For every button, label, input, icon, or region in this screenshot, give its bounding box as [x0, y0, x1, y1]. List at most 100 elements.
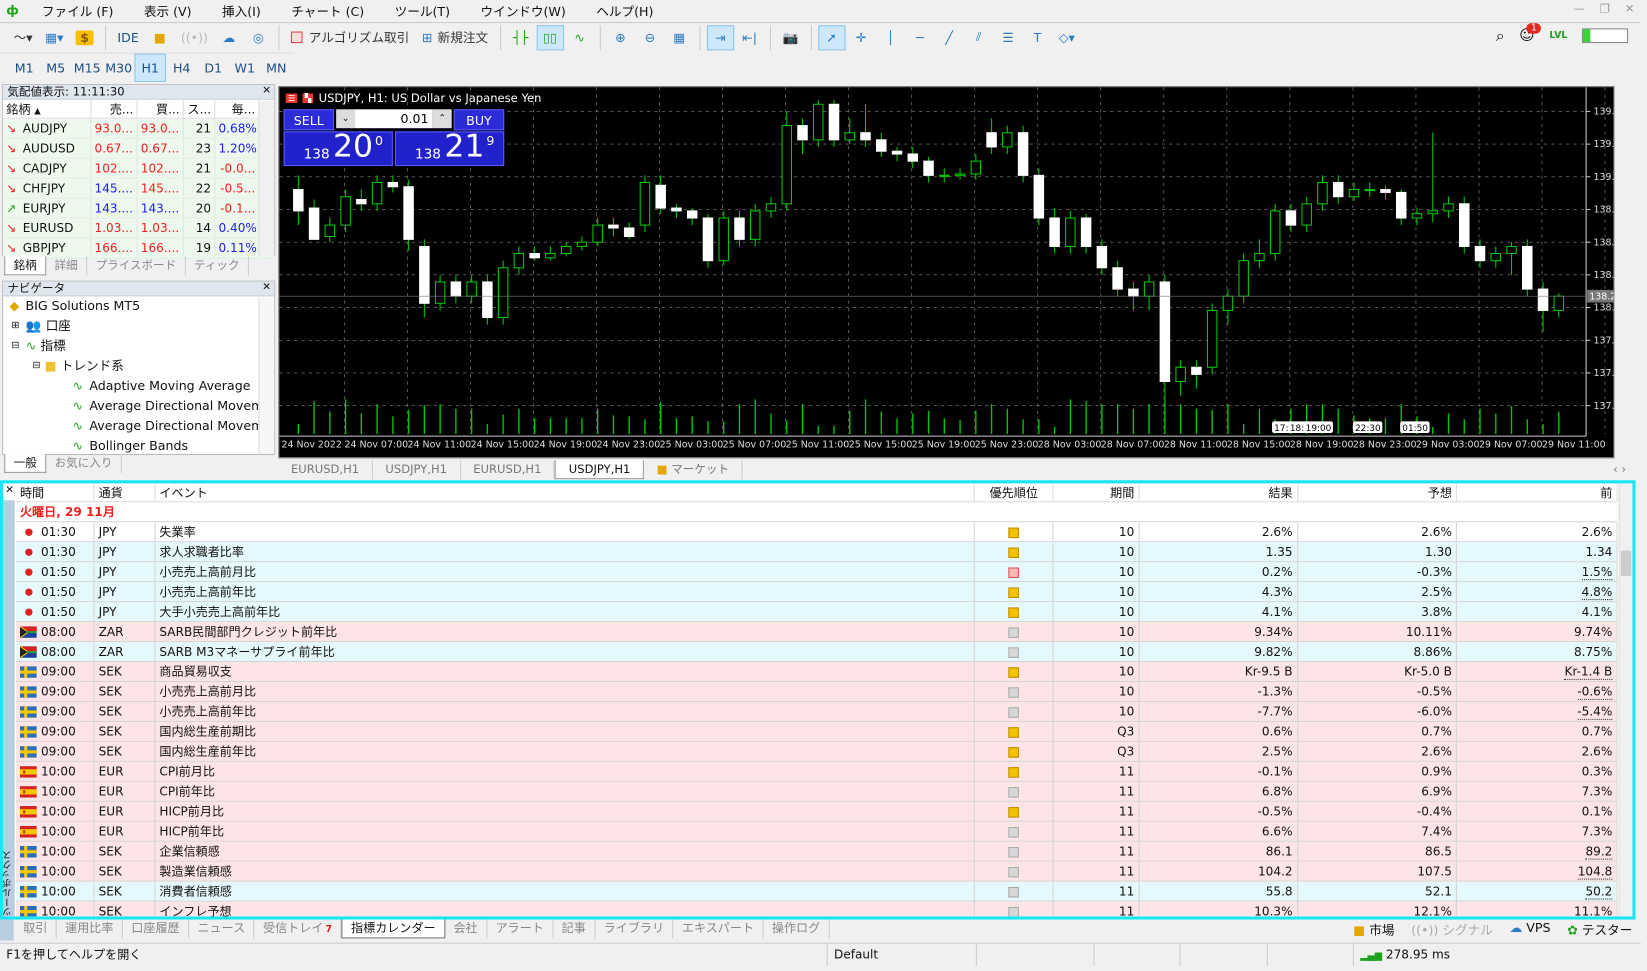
- calendar-row[interactable]: 01:50 JPY 小売売上高前年比 10 4.3% 2.5% 4.8%: [15, 582, 1618, 603]
- candle-bear[interactable]: [1080, 217, 1092, 247]
- candle-bull[interactable]: [340, 196, 351, 226]
- chart-tab-active[interactable]: USDJPY,H1: [555, 460, 645, 480]
- timeframe-m5[interactable]: M5: [40, 54, 72, 82]
- menu-chart[interactable]: チャート (C): [277, 2, 380, 20]
- candle-bull[interactable]: [718, 217, 729, 262]
- account-icon[interactable]: ☺ 1: [1519, 23, 1542, 44]
- candle-bear[interactable]: [403, 186, 414, 240]
- candle-bull[interactable]: [324, 224, 336, 238]
- calendar-row[interactable]: 09:00 SEK 商品貿易収支 10 Kr-9.5 B Kr-5.0 B Kr-1.4 B: [15, 662, 1618, 683]
- toolbox-tab[interactable]: ライブラリ: [595, 919, 674, 939]
- tester-link[interactable]: ✿ テスター: [1567, 921, 1632, 939]
- calendar-row[interactable]: 10:00 SEK 製造業信頼感 11 104.2 107.5 104.8: [15, 861, 1618, 882]
- cursor-icon[interactable]: ➚: [817, 24, 846, 50]
- signals-icon[interactable]: ((•)): [176, 25, 214, 50]
- candle-bull[interactable]: [970, 160, 982, 175]
- candle-bear[interactable]: [1474, 245, 1486, 262]
- candle-bull[interactable]: [513, 253, 525, 269]
- toolbox-tab[interactable]: 取引: [15, 919, 57, 939]
- vps-link[interactable]: ☁ VPS: [1510, 921, 1551, 939]
- candle-bull[interactable]: [844, 132, 856, 141]
- close-icon[interactable]: ✕: [262, 85, 271, 97]
- col-ask[interactable]: 買...: [138, 99, 184, 118]
- calendar-row[interactable]: 08:00 ZAR SARB民間部門クレジット前年比 10 9.34% 10.11% 9.7…: [15, 622, 1618, 643]
- market-watch-row[interactable]: ↘ CHFJPY 145.... 145.... 22 -0.5...: [3, 178, 275, 199]
- candle-bull[interactable]: [1143, 281, 1155, 297]
- candle-bear[interactable]: [923, 160, 934, 176]
- candle-bear[interactable]: [1049, 217, 1060, 247]
- vertical-line-icon[interactable]: │: [877, 25, 904, 50]
- crosshair-icon[interactable]: ✛: [847, 25, 874, 50]
- candle-bull[interactable]: [1301, 203, 1312, 226]
- candle-bear[interactable]: [891, 150, 903, 155]
- col-event[interactable]: イベント: [155, 483, 975, 502]
- candle-bull[interactable]: [765, 203, 777, 212]
- market-link[interactable]: ■ 市場: [1353, 921, 1394, 939]
- candle-bull[interactable]: [1317, 181, 1328, 205]
- price-chart[interactable]: 139.500 139.270 139.040 138.810 138.580 138.3…: [278, 86, 1615, 459]
- menu-tools[interactable]: ツール(T): [380, 2, 466, 20]
- candle-bear[interactable]: [1332, 181, 1344, 198]
- col-previous[interactable]: 前: [1457, 483, 1618, 502]
- calendar-row[interactable]: 10:00 EUR HICP前月比 11 -0.5% -0.4% 0.1%: [15, 801, 1618, 822]
- candle-bear[interactable]: [702, 217, 714, 262]
- calendar-row[interactable]: 10:00 EUR CPI前月比 11 -0.1% 0.9% 0.3%: [15, 761, 1618, 782]
- timeframe-h4[interactable]: H4: [166, 54, 198, 82]
- timeframe-m1[interactable]: M1: [8, 54, 40, 82]
- tab-general[interactable]: 一般: [4, 453, 47, 473]
- candle-bear[interactable]: [387, 181, 399, 188]
- toolbox-tab[interactable]: 会社: [445, 919, 488, 939]
- close-icon[interactable]: ✕: [1625, 2, 1635, 16]
- calendar-row[interactable]: 01:50 JPY 小売売上高前月比 10 0.2% -0.3% 1.5%: [15, 562, 1618, 583]
- trendline-icon[interactable]: ╱: [936, 25, 963, 50]
- candle-bear[interactable]: [450, 281, 462, 297]
- candle-bull[interactable]: [371, 181, 383, 205]
- algo-trading-button[interactable]: アルゴリズム取引: [286, 25, 415, 50]
- candle-bull[interactable]: [1065, 217, 1076, 247]
- timeframe-m15[interactable]: M15: [71, 54, 103, 82]
- buy-button[interactable]: BUY: [453, 109, 505, 131]
- candle-bear[interactable]: [1159, 281, 1171, 383]
- restore-icon[interactable]: ❐: [1600, 2, 1610, 16]
- candle-bear[interactable]: [1112, 267, 1123, 290]
- timeframe-m30[interactable]: M30: [103, 54, 135, 82]
- calendar-row[interactable]: 10:00 EUR HICP前年比 11 6.6% 7.4% 7.3%: [15, 821, 1618, 842]
- candle-bull[interactable]: [1269, 210, 1281, 255]
- candle-bear[interactable]: [1096, 245, 1108, 269]
- chart-tab[interactable]: USDJPY,H1: [373, 460, 461, 480]
- candle-bull[interactable]: [1206, 309, 1218, 368]
- candle-bull[interactable]: [1222, 295, 1234, 311]
- status-ping[interactable]: ▂▄▆ 278.95 ms: [1354, 943, 1480, 965]
- candle-bear[interactable]: [608, 224, 619, 229]
- chart-shift-icon[interactable]: ⇤|: [736, 25, 763, 50]
- bar-chart-icon[interactable]: ┤├: [507, 25, 534, 50]
- col-priority[interactable]: 優先順位: [975, 483, 1054, 502]
- zoom-out-icon[interactable]: ⊖: [636, 25, 663, 50]
- calendar-row[interactable]: 10:00 SEK インフレ予想 11 10.3% 12.1% 11.1%: [15, 901, 1618, 917]
- candle-bull[interactable]: [1553, 295, 1565, 311]
- menu-window[interactable]: ウインドウ(W): [466, 2, 582, 20]
- menu-file[interactable]: ファイル (F): [27, 2, 129, 20]
- chart-tab[interactable]: EURUSD,H1: [278, 460, 373, 480]
- tab-details[interactable]: 詳細: [46, 256, 88, 276]
- grid-icon[interactable]: ▦: [666, 25, 693, 50]
- candle-bear[interactable]: [1033, 174, 1045, 219]
- calendar-row[interactable]: 10:00 SEK 消費者信頼感 11 55.8 52.1 50.2: [15, 881, 1618, 902]
- candle-bear[interactable]: [1017, 132, 1029, 176]
- col-period[interactable]: 期間: [1054, 483, 1140, 502]
- candle-bull[interactable]: [466, 281, 477, 297]
- candle-bear[interactable]: [655, 184, 666, 209]
- calendar-row[interactable]: 01:30 JPY 求人求職者比率 10 1.35 1.30 1.34: [15, 542, 1618, 563]
- candle-bull[interactable]: [1002, 132, 1013, 148]
- screenshot-icon[interactable]: 📷: [777, 25, 804, 50]
- calendar-scrollbar[interactable]: [1618, 483, 1633, 917]
- candle-bull[interactable]: [1490, 253, 1502, 262]
- calendar-row[interactable]: 08:00 ZAR SARB M3マネーサプライ前年比 10 9.82% 8.86% 8.7…: [15, 642, 1618, 663]
- candle-bull[interactable]: [1364, 189, 1375, 192]
- autoscroll-icon[interactable]: ⇥: [706, 24, 734, 50]
- candle-bear[interactable]: [671, 207, 682, 212]
- candle-bear[interactable]: [308, 207, 320, 240]
- candle-bear[interactable]: [860, 132, 871, 141]
- lot-down-button[interactable]: ⌄: [336, 109, 356, 129]
- nav-indicator-item[interactable]: ∿ Adaptive Moving Average: [3, 376, 274, 396]
